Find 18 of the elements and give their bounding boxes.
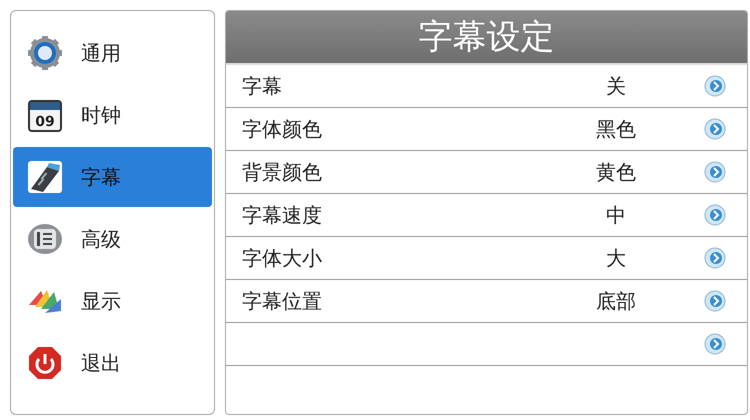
sidebar-item[interactable]: 显示: [13, 271, 212, 331]
gear-icon: [27, 35, 63, 71]
settings-row[interactable]: 字体大小 大: [226, 237, 747, 280]
settings-row[interactable]: 背景颜色 黄色: [226, 151, 747, 194]
film-strip-icon: [27, 159, 63, 195]
settings-row[interactable]: 字幕 关: [226, 65, 747, 108]
settings-row[interactable]: 字幕速度 中: [226, 194, 747, 237]
power-icon: [27, 345, 63, 381]
sidebar-item[interactable]: 通用: [13, 23, 212, 83]
settings-row[interactable]: 字幕位置 底部: [226, 280, 747, 323]
sidebar-item[interactable]: 字幕: [13, 147, 212, 207]
sidebar-item[interactable]: 退出: [13, 333, 212, 393]
sidebar-item[interactable]: 09 时钟: [13, 85, 212, 145]
keypad-icon: [27, 221, 63, 257]
panel-title: 字幕设定: [226, 11, 747, 65]
settings-row[interactable]: 字体颜色 黑色: [226, 108, 747, 151]
sidebar-item[interactable]: 高级: [13, 209, 212, 269]
calendar-icon: 09: [27, 97, 63, 133]
